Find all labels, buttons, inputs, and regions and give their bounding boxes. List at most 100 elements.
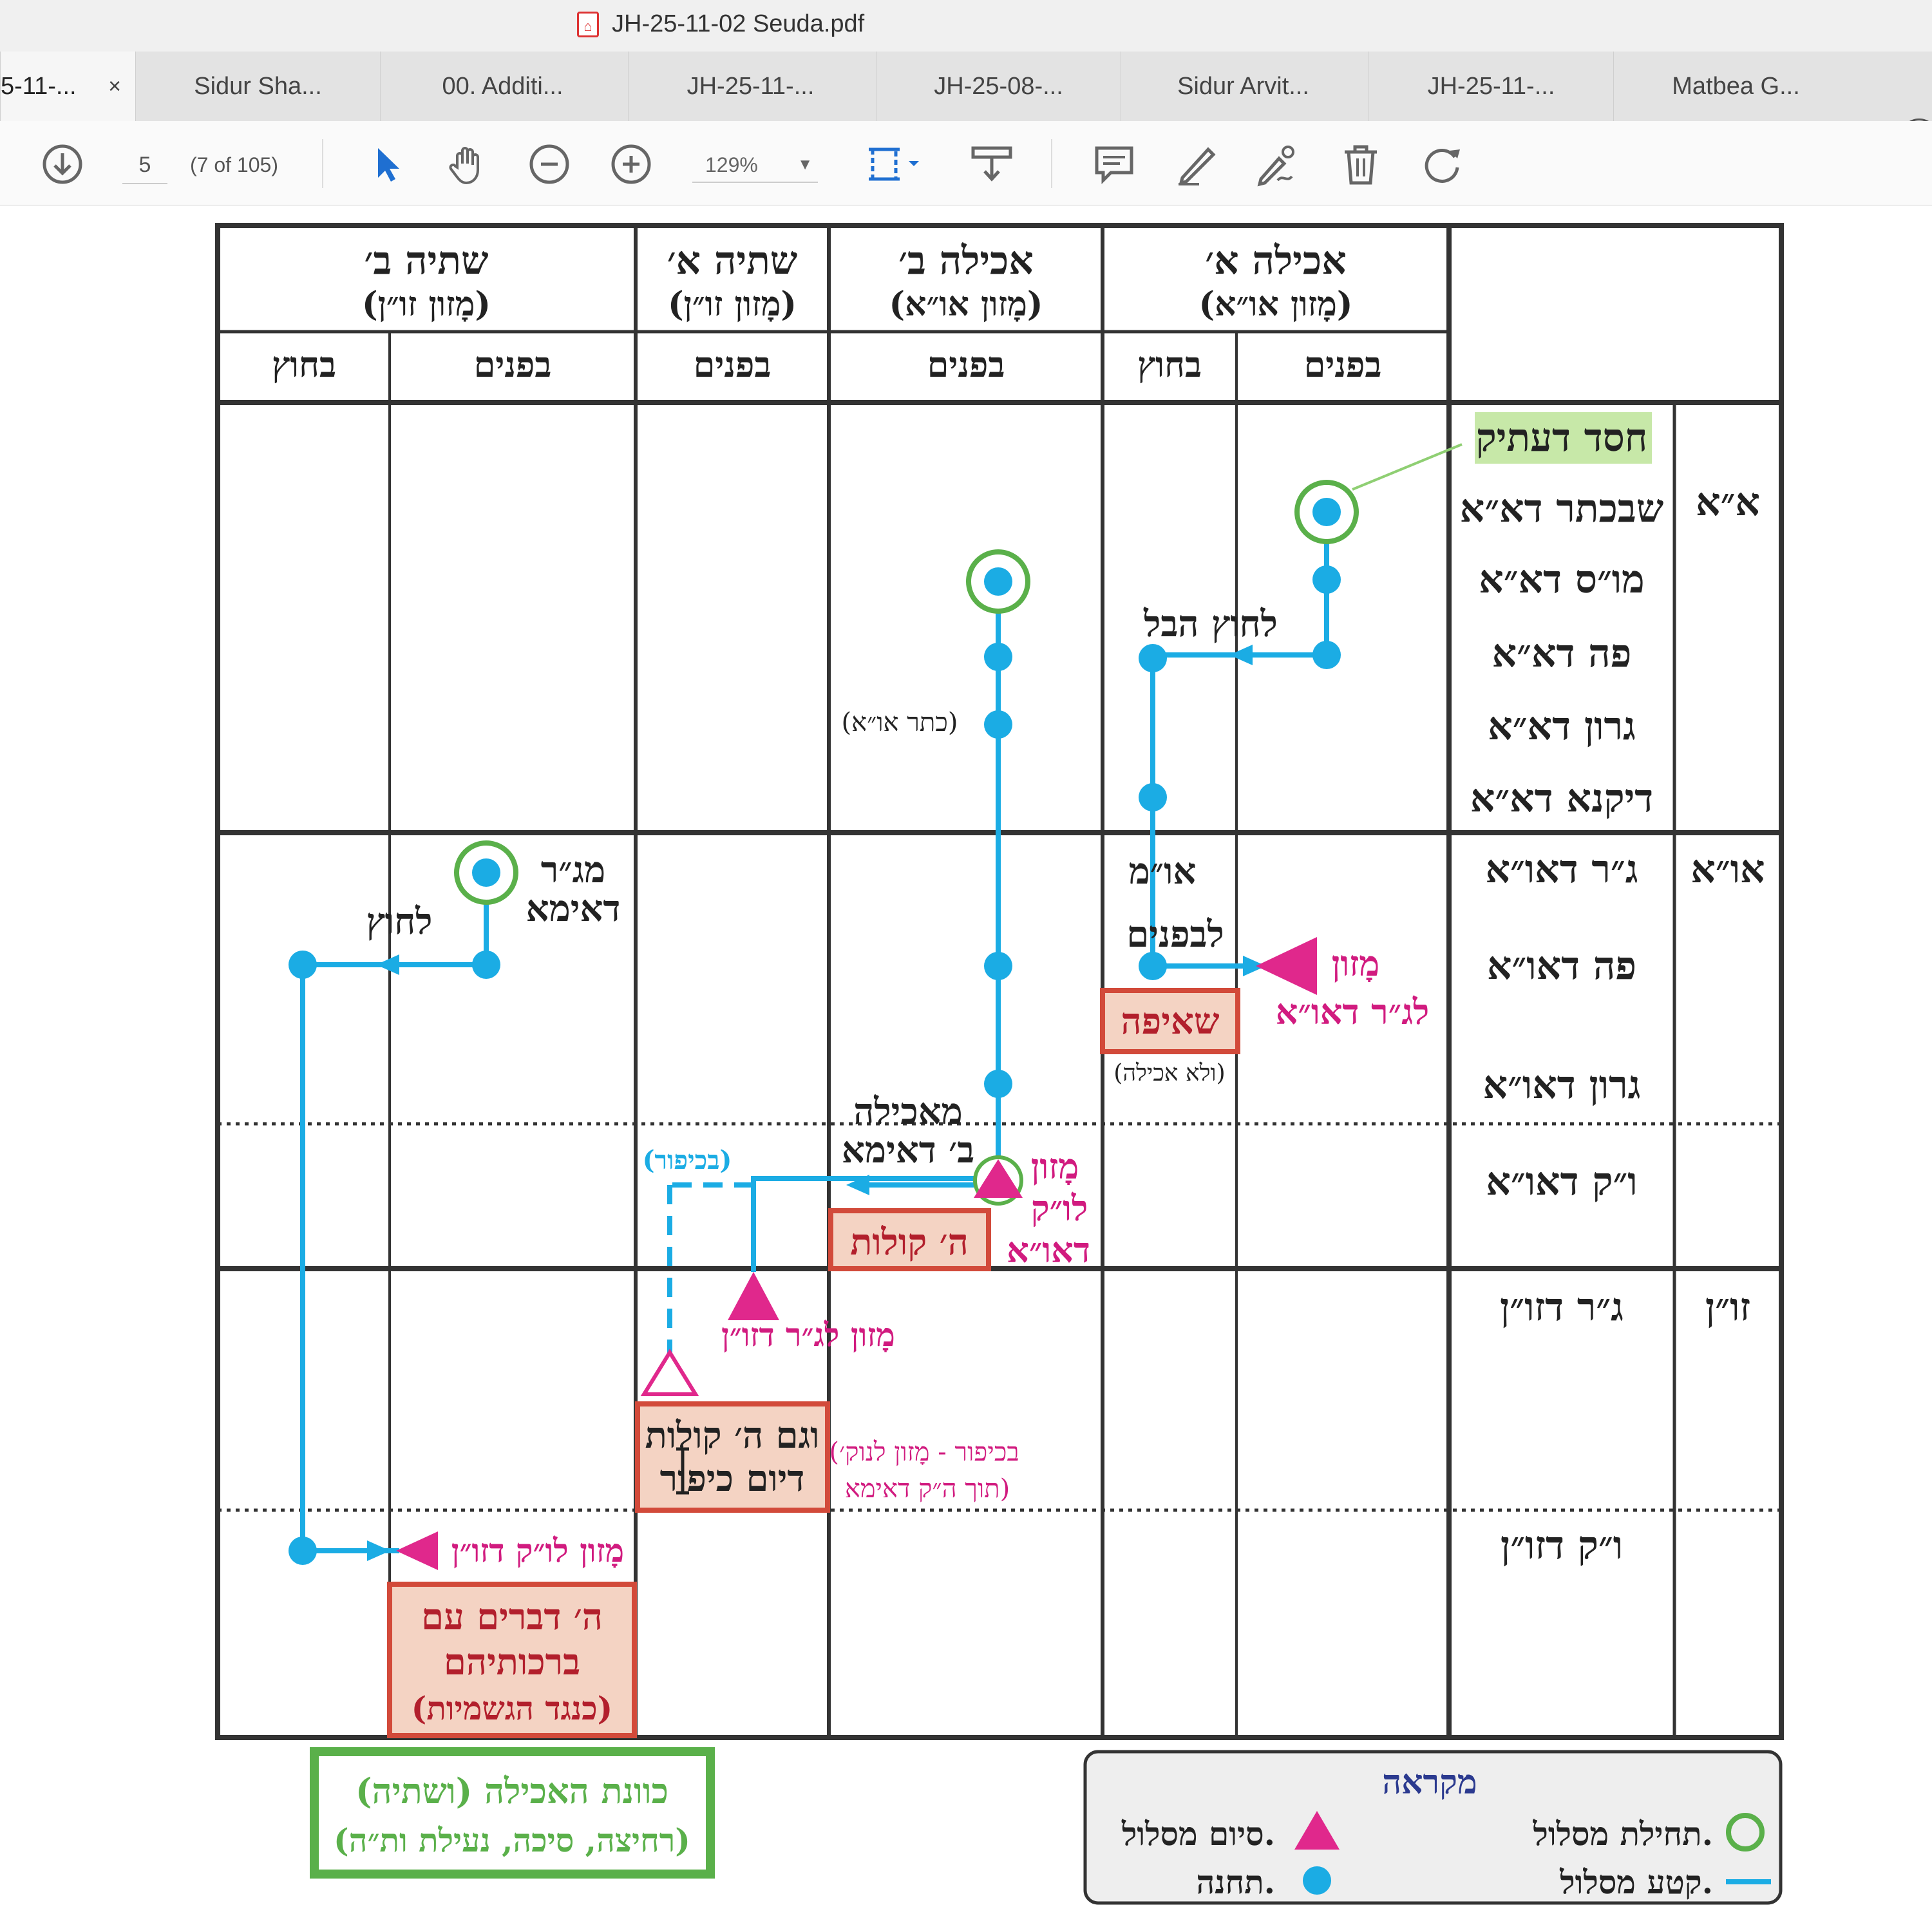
annotation-text: לבפנים (1126, 913, 1224, 956)
station-dot (1312, 498, 1341, 526)
annotation-text: (בכיפור - מָזון לנוק׳ (829, 1437, 1019, 1467)
column-headers: שתיה ב׳ (מָזון זו״ן) שתיה א׳ (מָזון זו״ן… (272, 238, 1381, 385)
annotation-text: מָזון לג״ר דזו״ן (721, 1316, 895, 1354)
legend-station: תחנה. (1196, 1863, 1275, 1901)
close-tab-icon[interactable]: × (108, 52, 121, 121)
tab-sidur-sha[interactable]: Sidur Sha... (135, 52, 380, 121)
delete-icon[interactable] (1338, 142, 1383, 187)
intent-line-1: כוונת האכילה (ושתיה) (355, 1770, 668, 1812)
tab-active[interactable]: 5-11-... × (0, 52, 135, 121)
tab-additi[interactable]: 00. Additi... (380, 52, 625, 121)
tab-matbea[interactable]: Matbea G... (1613, 52, 1858, 121)
group-label: זו״ן (1705, 1285, 1750, 1330)
station-dot (984, 643, 1012, 671)
page-count: (7 of 105) (190, 153, 278, 176)
station-dot (289, 951, 317, 979)
path-end-open-icon (640, 1349, 699, 1396)
annotation-text: דאימא (526, 887, 621, 930)
row-label: ג״ר דזו״ן (1500, 1285, 1624, 1330)
annotation-text: דאו״א (1007, 1229, 1090, 1271)
annotation-text: מאכילה (853, 1090, 963, 1133)
tab-jh-25-11-a[interactable]: JH-25-11-... (628, 52, 873, 121)
sub-header: בפנים (694, 344, 772, 385)
annotation-text: (בכיפור) (643, 1145, 732, 1175)
annotation-text: לו״ק (1031, 1188, 1088, 1229)
zoom-select[interactable]: 129% ▼ (692, 147, 818, 183)
annotation-text: (ולא אכילה) (1113, 1060, 1225, 1086)
zoom-out-icon[interactable] (527, 142, 572, 187)
annotation-text: מָזון לו״ק דזו״ן (451, 1531, 624, 1569)
pdf-file-icon: ⌂ (577, 12, 599, 37)
group-label: או״א (1690, 847, 1765, 892)
tab-label: Sidur Sha... (194, 73, 322, 100)
station-dot (984, 567, 1012, 596)
station-dot (984, 952, 1012, 980)
legend-end: סיום מסלול. (1121, 1815, 1275, 1853)
download-icon[interactable] (40, 142, 85, 187)
box-text: שאיפה (1121, 1000, 1220, 1043)
zoom-in-icon[interactable] (609, 142, 654, 187)
col-title: שתיה ב׳ (365, 238, 489, 283)
fit-page-icon[interactable] (866, 142, 924, 187)
path-segment (300, 873, 489, 1553)
legend-segment: קטע מסלול. (1559, 1863, 1713, 1901)
path-segment (1150, 512, 1329, 969)
tab-sidur-arvit[interactable]: Sidur Arvit... (1121, 52, 1365, 121)
stamp-icon[interactable] (969, 142, 1014, 187)
col-subtitle: (מָזון זו״ן) (668, 285, 797, 324)
annotation-text: לג״ר דאו״א (1276, 991, 1430, 1032)
annotation-text: תוך ה״ק דאימא) (845, 1474, 1010, 1504)
tab-label: JH-25-11-... (687, 73, 815, 100)
station-dot (1312, 565, 1341, 594)
page-number-input[interactable]: 5 (122, 147, 167, 184)
box-text: ה׳ קולות (850, 1221, 969, 1264)
tab-label: 5-11-... (1, 73, 77, 100)
window-titlebar: ⌂ JH-25-11-02 Seuda.pdf (0, 0, 1932, 52)
hand-icon[interactable] (444, 142, 489, 187)
path-end-icon (728, 1272, 779, 1320)
tab-jh-25-08[interactable]: JH-25-08-... (876, 52, 1121, 121)
zoom-value: 129% (705, 153, 758, 176)
tab-label: 00. Additi... (442, 73, 564, 100)
window-title: JH-25-11-02 Seuda.pdf (612, 10, 865, 37)
row-labels: חסד דעתיק שבכתר דא״א מו״ס דא״א פה דא״א ג… (1460, 415, 1765, 1568)
annotation-text: מָזון (1332, 943, 1380, 984)
rotate-icon[interactable] (1420, 142, 1465, 187)
legend-title: מקראה (1382, 1763, 1477, 1802)
tab-jh-25-11-b[interactable]: JH-25-11-... (1368, 52, 1613, 121)
tab-label: Matbea G... (1672, 73, 1800, 100)
tree-diagram: שתיה ב׳ (מָזון זו״ן) שתיה א׳ (מָזון זו״ן… (215, 223, 1784, 1905)
pdf-toolbar: 5 (7 of 105) 129% ▼ (0, 121, 1932, 205)
tab-label: Sidur Arvit... (1177, 73, 1309, 100)
annotation-text: מג״ר (541, 849, 605, 891)
row-label: פה דא״א (1492, 631, 1632, 676)
row-label: גרון דאו״א (1483, 1063, 1641, 1108)
legend-start: תחילת מסלול. (1532, 1815, 1713, 1853)
sub-header: בחוץ (1137, 344, 1202, 385)
station-dot (289, 1537, 317, 1565)
box-text: (כנגד הגשמיות) (412, 1689, 613, 1727)
annotation-text: מָזון (1031, 1146, 1079, 1187)
group-label: א״א (1696, 480, 1760, 525)
station-dot (1312, 641, 1341, 669)
row-label: שבכתר דא״א (1460, 486, 1664, 531)
sign-icon[interactable] (1255, 142, 1300, 187)
col-title: אכילה א׳ (1205, 238, 1346, 283)
station-dot (1139, 644, 1167, 672)
chevron-down-icon: ▼ (797, 156, 813, 173)
row-label: ו״ק דאו״א (1486, 1159, 1637, 1204)
highlight-pen-icon[interactable] (1173, 142, 1218, 187)
row-label: מו״ס דא״א (1479, 557, 1644, 602)
select-arrow-icon[interactable] (364, 142, 409, 187)
annotation-text: או״מ (1129, 850, 1197, 893)
intent-line-2: (רחיצה, סיכה, נעילת ות״ה) (334, 1821, 690, 1859)
annotation-text: לחוץ הבל (1143, 603, 1278, 645)
station-dot (472, 951, 500, 979)
start-markers (454, 480, 1359, 905)
station-dot (472, 858, 500, 887)
station-dot (1139, 783, 1167, 811)
comment-icon[interactable] (1092, 142, 1137, 187)
pdf-document-page: שתיה ב׳ (מָזון זו״ן) שתיה א׳ (מָזון זו״ן… (0, 205, 1932, 1932)
col-title: שתיה א׳ (667, 238, 798, 283)
box-text: וגם ה׳ קולות (645, 1414, 820, 1457)
